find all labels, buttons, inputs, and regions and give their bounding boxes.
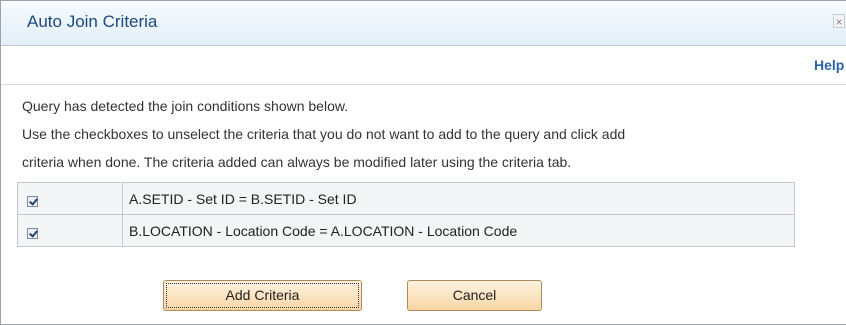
divider xyxy=(1,84,846,85)
criteria-checkbox-1[interactable] xyxy=(27,195,38,207)
criteria-text-1: A.SETID - Set ID = B.SETID - Set ID xyxy=(122,182,795,215)
criteria-grid: A.SETID - Set ID = B.SETID - Set ID B.LO… xyxy=(17,182,795,247)
auto-join-criteria-dialog: Auto Join Criteria × Help Query has dete… xyxy=(0,0,846,325)
instruction-line-3: criteria when done. The criteria added c… xyxy=(22,154,572,170)
instruction-line-1: Query has detected the join conditions s… xyxy=(22,98,349,114)
checkbox-cell xyxy=(17,182,123,215)
close-icon[interactable]: × xyxy=(833,14,845,28)
criteria-checkbox-2[interactable] xyxy=(27,227,38,239)
criteria-row: B.LOCATION - Location Code = A.LOCATION … xyxy=(17,214,795,247)
checkbox-cell xyxy=(17,214,123,247)
dialog-title: Auto Join Criteria xyxy=(27,12,158,31)
help-link[interactable]: Help xyxy=(814,57,844,73)
dialog-titlebar[interactable]: Auto Join Criteria × xyxy=(1,1,846,46)
criteria-text-2: B.LOCATION - Location Code = A.LOCATION … xyxy=(122,214,795,247)
cancel-button[interactable]: Cancel xyxy=(407,280,542,311)
instruction-line-2: Use the checkboxes to unselect the crite… xyxy=(22,126,626,142)
criteria-row: A.SETID - Set ID = B.SETID - Set ID xyxy=(17,182,795,215)
add-criteria-button[interactable]: Add Criteria xyxy=(163,280,362,311)
